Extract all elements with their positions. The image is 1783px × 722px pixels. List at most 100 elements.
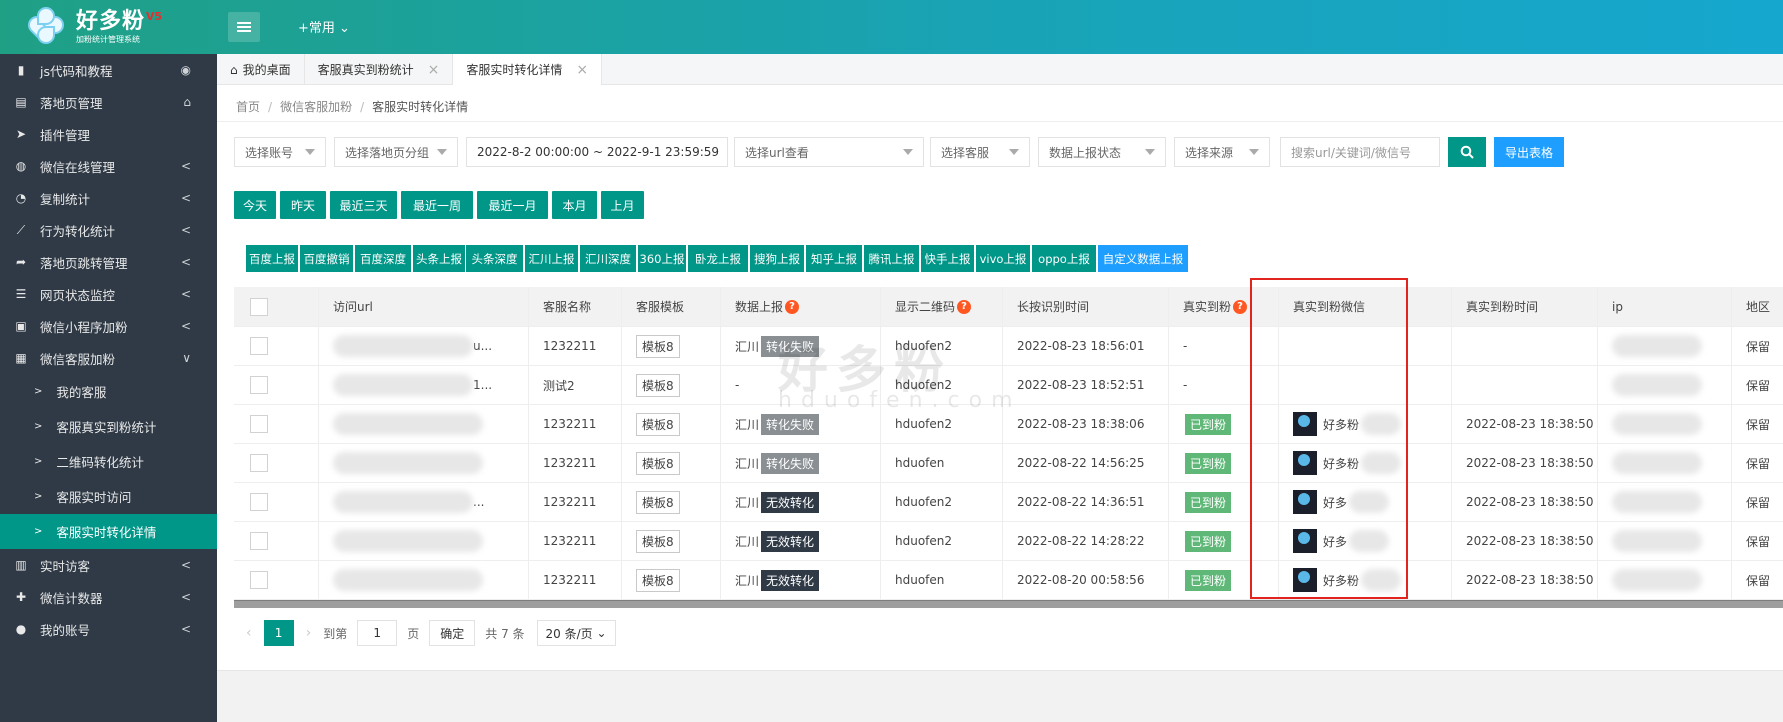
page-size-select[interactable]: 20 条/页 ⌄ <box>536 620 616 646</box>
report-button[interactable]: 头条深度 <box>466 245 523 272</box>
quick-date-button[interactable]: 上月 <box>601 191 644 219</box>
tab-my-desktop[interactable]: ⌂ 我的桌面 <box>217 54 305 85</box>
help-icon[interactable]: ? <box>785 299 800 314</box>
sidebar-item-label: 插件管理 <box>40 127 91 143</box>
report-button[interactable]: vivo上报 <box>976 245 1030 272</box>
redacted-url <box>333 335 473 357</box>
service-select[interactable]: 选择客服 <box>930 137 1030 167</box>
template-button[interactable]: 模板8 <box>636 412 680 436</box>
common-menu[interactable]: +常用 ⌄ <box>298 17 350 36</box>
report-button[interactable]: oppo上报 <box>1032 245 1096 272</box>
breadcrumb-home[interactable]: 首页 <box>236 100 260 114</box>
sidebar-item[interactable]: ✚ 微信计数器 < <box>0 581 217 613</box>
quick-date-button[interactable]: 最近一周 <box>401 191 473 219</box>
source-select[interactable]: 选择来源 <box>1174 137 1270 167</box>
landing-group-select[interactable]: 选择落地页分组 <box>334 137 458 167</box>
table-cell-chk <box>234 405 319 443</box>
redacted-url <box>333 452 483 474</box>
row-checkbox[interactable] <box>250 454 268 472</box>
row-checkbox[interactable] <box>250 571 268 589</box>
sidebar-item[interactable]: ▦ 微信客服加粉 ∨ <box>0 342 217 374</box>
tab-conversion-detail[interactable]: 客服实时转化详情 × <box>453 54 603 85</box>
sidebar-item[interactable]: ● 我的账号 < <box>0 613 217 645</box>
report-button[interactable]: 搜狗上报 <box>750 245 804 272</box>
search-button[interactable] <box>1448 137 1486 167</box>
report-button[interactable]: 自定义数据上报 <box>1098 245 1188 272</box>
qrcode-text: hduofen2 <box>895 534 953 548</box>
brand-logo[interactable]: 好多粉V5 加粉统计管理系统 <box>0 0 217 54</box>
close-icon[interactable]: × <box>428 62 440 78</box>
template-button[interactable]: 模板8 <box>636 490 680 514</box>
select-all-checkbox[interactable] <box>250 297 268 316</box>
caret-down-icon <box>1249 149 1259 155</box>
quick-date-button[interactable]: 最近一月 <box>477 191 548 219</box>
help-icon[interactable]: ? <box>957 299 972 314</box>
user-icon: ● <box>15 622 27 636</box>
service-name-text: 1232211 <box>543 534 597 548</box>
row-checkbox[interactable] <box>250 376 268 394</box>
date-range-input[interactable]: 2022-8-2 00:00:00 ~ 2022-9-1 23:59:59 <box>466 137 728 167</box>
report-button[interactable]: 百度上报 <box>246 245 298 272</box>
sidebar-item[interactable]: ☰ 网页状态监控 < <box>0 278 217 310</box>
prev-page-icon[interactable]: ‹ <box>246 625 252 641</box>
sidebar-item[interactable]: ➤ 插件管理 <box>0 118 217 150</box>
template-button[interactable]: 模板8 <box>636 334 680 358</box>
report-button[interactable]: 360上报 <box>638 245 686 272</box>
quick-date-button[interactable]: 本月 <box>552 191 597 219</box>
sidebar-item[interactable]: ▥ 实时访客 < <box>0 549 217 581</box>
horizontal-scrollbar[interactable] <box>234 600 1783 608</box>
report-status-select[interactable]: 数据上报状态 <box>1038 137 1166 167</box>
url-select[interactable]: 选择url查看 <box>734 137 924 167</box>
report-button[interactable]: 汇川上报 <box>525 245 578 272</box>
account-select[interactable]: 选择账号 <box>234 137 326 167</box>
table-cell-url: u... <box>319 327 529 365</box>
template-button[interactable]: 模板8 <box>636 529 680 553</box>
sidebar-subitem[interactable]: > 客服真实到粉统计 <box>0 409 217 444</box>
quick-date-button[interactable]: 今天 <box>234 191 276 219</box>
row-checkbox[interactable] <box>250 337 268 355</box>
goto-page-input[interactable]: 1 <box>357 620 398 646</box>
template-button[interactable]: 模板8 <box>636 451 680 475</box>
next-page-icon[interactable]: › <box>306 625 312 641</box>
breadcrumb-parent[interactable]: 微信客服加粉 <box>280 100 352 114</box>
sidebar-item[interactable]: ➦ 落地页跳转管理 < <box>0 246 217 278</box>
menu-toggle-button[interactable] <box>228 12 260 42</box>
report-button[interactable]: 头条上报 <box>413 245 465 272</box>
sidebar-item[interactable]: ▤ 落地页管理 ⌂ <box>0 86 217 118</box>
breadcrumb: 首页 / 微信客服加粉 / 客服实时转化详情 <box>236 98 468 115</box>
sidebar-subitem[interactable]: > 我的客服 <box>0 374 217 409</box>
export-button[interactable]: 导出表格 <box>1494 137 1564 167</box>
quick-date-button[interactable]: 昨天 <box>280 191 326 219</box>
quick-date-button[interactable]: 最近三天 <box>330 191 397 219</box>
report-button[interactable]: 汇川深度 <box>580 245 636 272</box>
template-button[interactable]: 模板8 <box>636 373 680 397</box>
search-input[interactable]: 搜索url/关键词/微信号 <box>1280 137 1440 167</box>
row-checkbox[interactable] <box>250 415 268 433</box>
sidebar-item[interactable]: ◔ 复制统计 < <box>0 182 217 214</box>
page-size-value: 20 条/页 <box>545 626 593 641</box>
help-icon[interactable]: ? <box>1233 299 1248 314</box>
sidebar-item[interactable]: ⟋ 行为转化统计 < <box>0 214 217 246</box>
sidebar-item[interactable]: ▣ 微信小程序加粉 < <box>0 310 217 342</box>
sidebar-subitem[interactable]: > 客服实时访问 <box>0 479 217 514</box>
template-button[interactable]: 模板8 <box>636 568 680 592</box>
sidebar-item[interactable]: ▮ js代码和教程 ◉ <box>0 54 217 86</box>
row-checkbox[interactable] <box>250 493 268 511</box>
tab-real-fan-stats[interactable]: 客服真实到粉统计 × <box>305 54 454 85</box>
sidebar-subitem[interactable]: > 客服实时转化详情 <box>0 514 217 549</box>
sidebar-item[interactable]: ◍ 微信在线管理 < <box>0 150 217 182</box>
report-button[interactable]: 百度深度 <box>355 245 411 272</box>
sidebar-subitem[interactable]: > 二维码转化统计 <box>0 444 217 479</box>
report-button[interactable]: 百度撤销 <box>300 245 353 272</box>
report-platform: 汇川 <box>735 573 760 588</box>
report-button[interactable]: 快手上报 <box>921 245 974 272</box>
row-checkbox[interactable] <box>250 532 268 550</box>
header-label: 地区 <box>1746 300 1771 314</box>
clover-logo-icon <box>24 6 68 48</box>
current-page[interactable]: 1 <box>263 620 294 646</box>
report-button[interactable]: 知乎上报 <box>806 245 862 272</box>
report-button[interactable]: 腾讯上报 <box>864 245 919 272</box>
report-button[interactable]: 卧龙上报 <box>688 245 748 272</box>
goto-confirm-button[interactable]: 确定 <box>429 620 476 646</box>
close-icon[interactable]: × <box>576 62 588 78</box>
